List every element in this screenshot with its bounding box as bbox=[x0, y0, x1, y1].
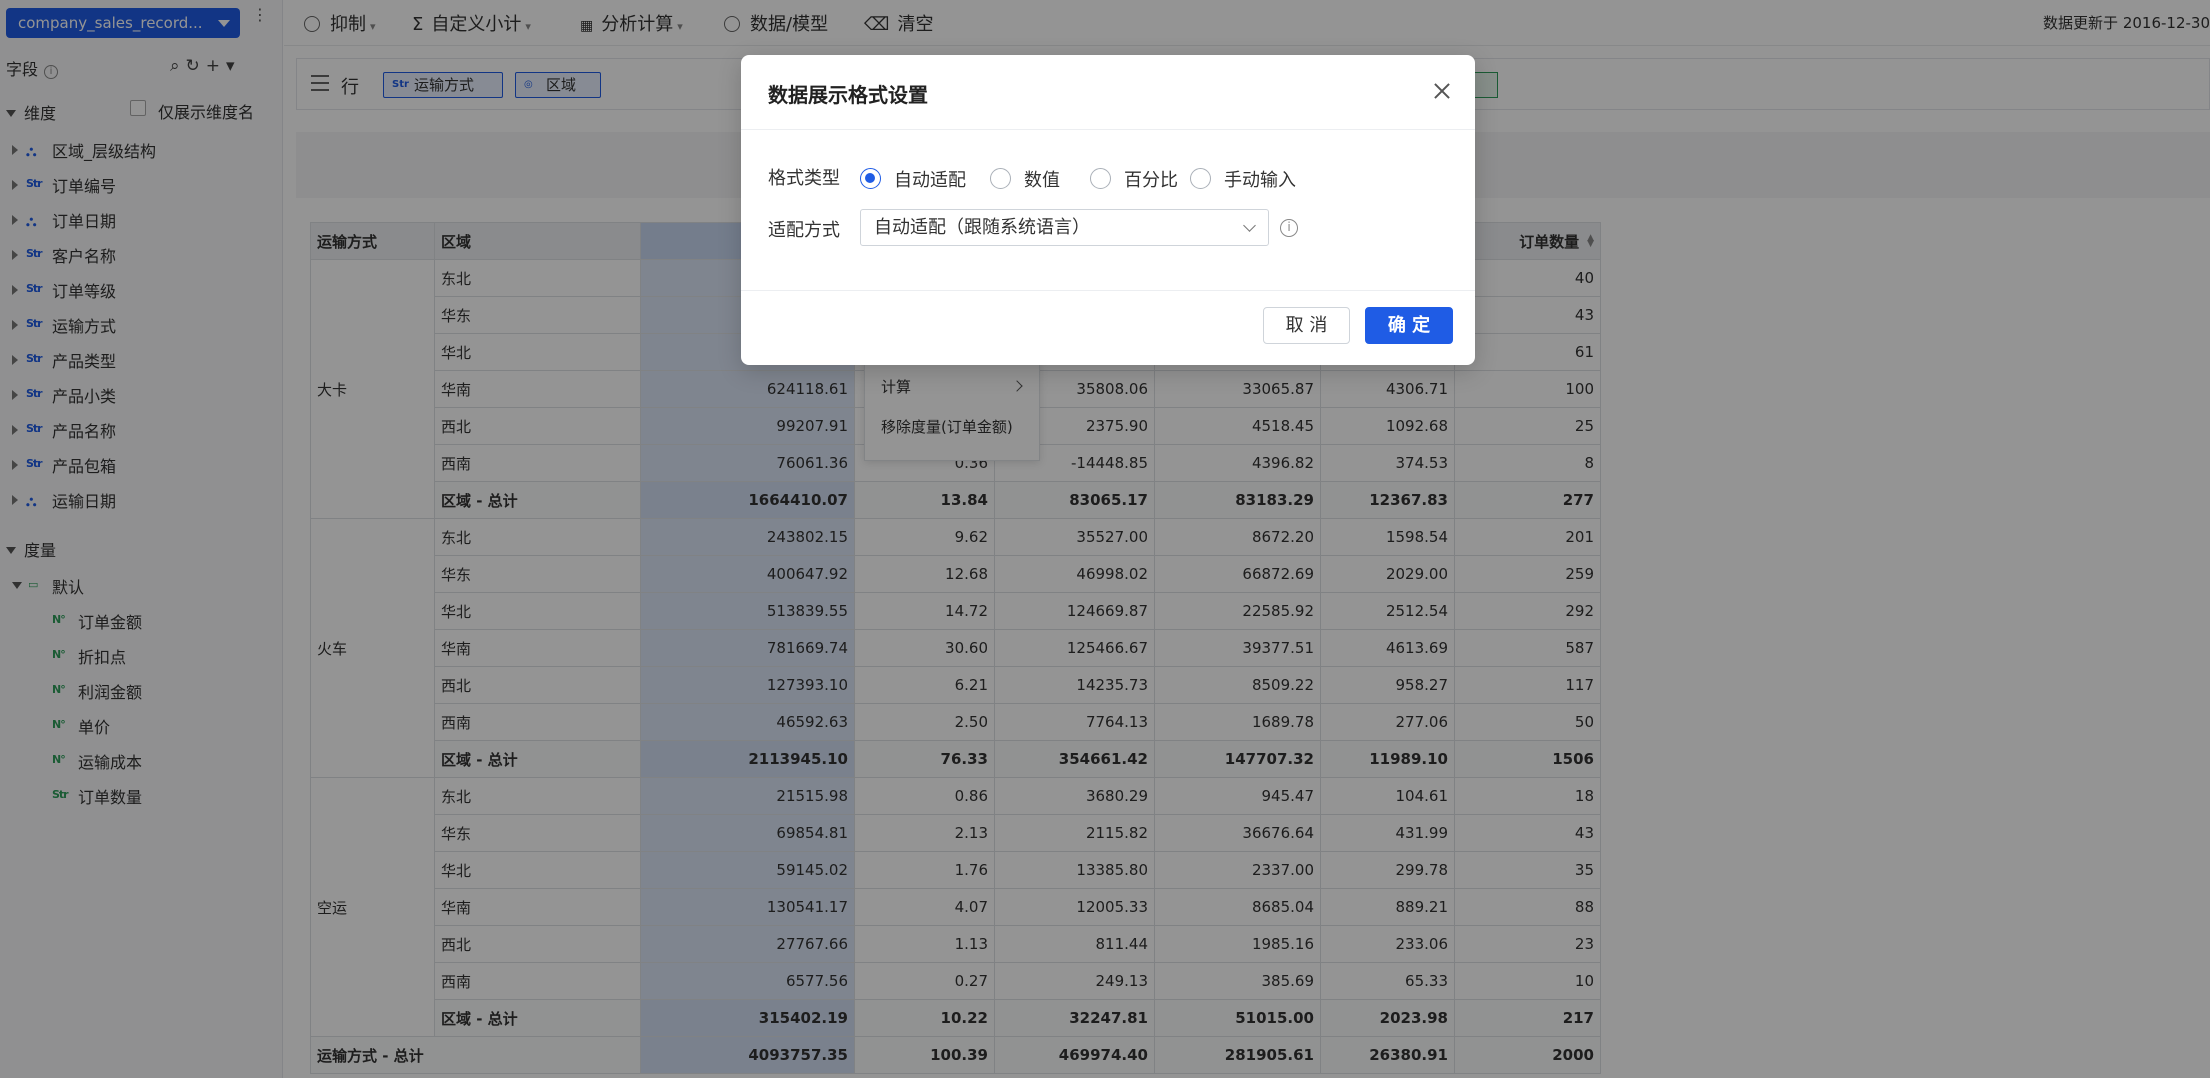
dialog-title: 数据展示格式设置 bbox=[768, 83, 928, 107]
adapt-mode-value: 自动适配（跟随系统语言） bbox=[874, 217, 1090, 238]
format-type-label: 格式类型 bbox=[768, 168, 840, 189]
radio-icon bbox=[1090, 168, 1111, 189]
radio-selected-icon bbox=[860, 168, 881, 189]
cancel-button[interactable]: 取 消 bbox=[1263, 307, 1350, 344]
chevron-down-icon bbox=[1243, 219, 1256, 232]
app-root: company_sales_record... ⋮ 字段 i ⌕↻+▾ 维度 仅展… bbox=[0, 0, 2210, 1078]
adapt-mode-label: 适配方式 bbox=[768, 220, 840, 241]
divider bbox=[741, 290, 1475, 291]
confirm-button[interactable]: 确 定 bbox=[1365, 307, 1453, 344]
radio-label: 百分比 bbox=[1124, 170, 1178, 191]
info-icon[interactable]: i bbox=[1280, 219, 1298, 237]
close-icon[interactable] bbox=[1432, 81, 1452, 101]
radio-percent[interactable]: 百分比 bbox=[1090, 166, 1178, 192]
radio-label: 手动输入 bbox=[1224, 170, 1296, 191]
radio-auto[interactable]: 自动适配 bbox=[860, 166, 966, 192]
radio-icon bbox=[1190, 168, 1211, 189]
adapt-mode-select[interactable]: 自动适配（跟随系统语言） bbox=[860, 209, 1269, 246]
radio-label: 自动适配 bbox=[894, 170, 966, 191]
divider bbox=[741, 129, 1475, 130]
radio-icon bbox=[990, 168, 1011, 189]
radio-number[interactable]: 数值 bbox=[990, 166, 1060, 192]
radio-manual[interactable]: 手动输入 bbox=[1190, 166, 1296, 192]
radio-label: 数值 bbox=[1024, 170, 1060, 191]
format-settings-dialog: 数据展示格式设置 格式类型 自动适配 数值 百分比 手动输入 适配方式 自动适配… bbox=[741, 55, 1475, 365]
